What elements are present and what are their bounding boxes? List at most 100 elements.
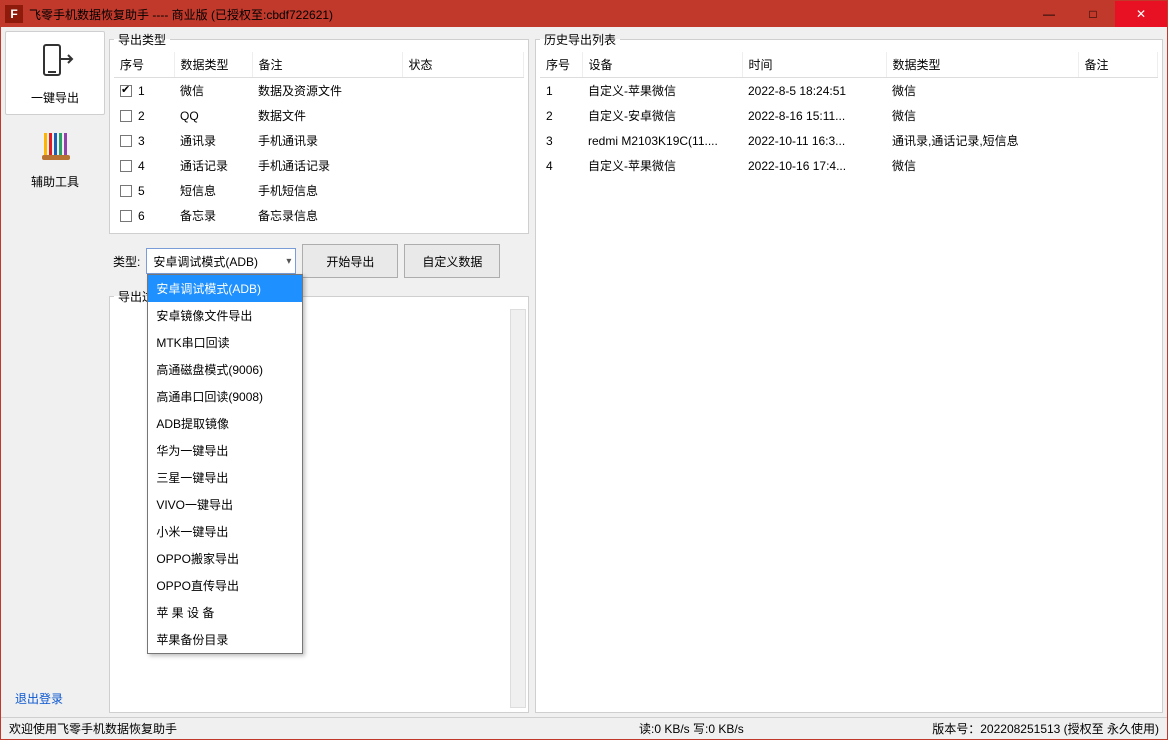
status-welcome: 欢迎使用飞零手机数据恢复助手 xyxy=(9,720,639,737)
cell-no: 3 xyxy=(540,128,582,153)
table-row[interactable]: 3通讯录手机通讯录 xyxy=(114,128,524,153)
cell-type: 备忘录 xyxy=(174,203,252,228)
table-row[interactable]: 1自定义-苹果微信2022-8-5 18:24:51微信 xyxy=(540,78,1158,104)
cell-time: 2022-10-16 17:4... xyxy=(742,153,886,178)
table-row[interactable]: 2自定义-安卓微信2022-8-16 15:11...微信 xyxy=(540,103,1158,128)
minimize-button[interactable]: — xyxy=(1027,1,1071,27)
history-legend: 历史导出列表 xyxy=(540,31,620,48)
custom-data-button[interactable]: 自定义数据 xyxy=(404,244,500,278)
mode-dropdown: 安卓调试模式(ADB)安卓镜像文件导出MTK串口回读高通磁盘模式(9006)高通… xyxy=(147,274,303,654)
tools-icon xyxy=(34,125,76,167)
table-row[interactable]: 2QQ数据文件 xyxy=(114,103,524,128)
mode-select[interactable]: 安卓调试模式(ADB) ▾ 安卓调试模式(ADB)安卓镜像文件导出MTK串口回读… xyxy=(146,248,296,274)
mode-option[interactable]: 苹果备份目录 xyxy=(148,626,302,653)
table-row[interactable]: 1微信数据及资源文件 xyxy=(114,78,524,104)
row-checkbox[interactable] xyxy=(120,110,132,122)
cell-device: 自定义-安卓微信 xyxy=(582,103,742,128)
cell-type: 短信息 xyxy=(174,178,252,203)
cell-remark xyxy=(1078,153,1158,178)
cell-type: 通话记录 xyxy=(174,153,252,178)
status-bar: 欢迎使用飞零手机数据恢复助手 读:0 KB/s 写:0 KB/s 版本号：202… xyxy=(1,717,1167,739)
cell-status xyxy=(402,228,524,229)
table-row[interactable]: 4自定义-苹果微信2022-10-16 17:4...微信 xyxy=(540,153,1158,178)
cell-status xyxy=(402,128,524,153)
mode-option[interactable]: 安卓调试模式(ADB) xyxy=(148,275,302,302)
export-types-table: 序号 数据类型 备注 状态 1微信数据及资源文件2QQ数据文件3通讯录手机通讯录… xyxy=(114,52,524,229)
history-panel: 历史导出列表 序号 设备 时间 数据类型 备注 xyxy=(535,31,1163,713)
cell-remark xyxy=(1078,78,1158,104)
hist-col-device[interactable]: 设备 xyxy=(582,52,742,78)
row-checkbox[interactable] xyxy=(120,210,132,222)
mode-option[interactable]: 安卓镜像文件导出 xyxy=(148,302,302,329)
mode-option[interactable]: 华为一键导出 xyxy=(148,437,302,464)
app-icon: F xyxy=(5,5,23,23)
cell-remark: 手机短信息 xyxy=(252,178,402,203)
cell-status xyxy=(402,153,524,178)
mode-option[interactable]: 高通磁盘模式(9006) xyxy=(148,356,302,383)
mode-option[interactable]: MTK串口回读 xyxy=(148,329,302,356)
cell-type: 通讯录 xyxy=(174,128,252,153)
mode-option[interactable]: 三星一键导出 xyxy=(148,464,302,491)
mode-option[interactable]: VIVO一键导出 xyxy=(148,491,302,518)
cell-time: 2022-8-16 15:11... xyxy=(742,103,886,128)
hist-col-time[interactable]: 时间 xyxy=(742,52,886,78)
export-toolbar: 类型: 安卓调试模式(ADB) ▾ 安卓调试模式(ADB)安卓镜像文件导出MTK… xyxy=(109,234,529,288)
row-checkbox[interactable] xyxy=(120,185,132,197)
table-row[interactable]: 7多媒体文件图片视频录音 xyxy=(114,228,524,229)
table-row[interactable]: 6备忘录备忘录信息 xyxy=(114,203,524,228)
cell-status xyxy=(402,203,524,228)
row-checkbox[interactable] xyxy=(120,85,132,97)
type-label: 类型: xyxy=(113,253,140,270)
title-bar[interactable]: F 飞零手机数据恢复助手 ---- 商业版 (已授权至:cbdf722621) … xyxy=(1,1,1167,27)
col-no[interactable]: 序号 xyxy=(114,52,174,78)
maximize-button[interactable]: □ xyxy=(1071,1,1115,27)
mode-select-value: 安卓调试模式(ADB) xyxy=(153,253,258,270)
cell-status xyxy=(402,103,524,128)
sidebar-item-label: 一键导出 xyxy=(31,89,79,106)
hist-col-type[interactable]: 数据类型 xyxy=(886,52,1078,78)
sidebar-item-tools[interactable]: 辅助工具 xyxy=(5,115,105,199)
cell-status xyxy=(402,178,524,203)
start-export-button[interactable]: 开始导出 xyxy=(302,244,398,278)
mode-option[interactable]: 小米一键导出 xyxy=(148,518,302,545)
mode-option[interactable]: OPPO搬家导出 xyxy=(148,545,302,572)
cell-type: 微信 xyxy=(886,78,1078,104)
hist-col-no[interactable]: 序号 xyxy=(540,52,582,78)
sidebar-item-export[interactable]: 一键导出 xyxy=(5,31,105,115)
cell-time: 2022-8-5 18:24:51 xyxy=(742,78,886,104)
cell-no: 2 xyxy=(540,103,582,128)
col-remark[interactable]: 备注 xyxy=(252,52,402,78)
row-checkbox[interactable] xyxy=(120,135,132,147)
close-button[interactable]: ✕ xyxy=(1115,1,1167,27)
process-scrollbar[interactable] xyxy=(510,309,526,708)
table-row[interactable]: 3redmi M2103K19C(11....2022-10-11 16:3..… xyxy=(540,128,1158,153)
cell-type: 微信 xyxy=(886,103,1078,128)
row-checkbox[interactable] xyxy=(120,160,132,172)
window-title: 飞零手机数据恢复助手 ---- 商业版 (已授权至:cbdf722621) xyxy=(29,6,1027,23)
cell-device: 自定义-苹果微信 xyxy=(582,153,742,178)
hist-col-remark[interactable]: 备注 xyxy=(1078,52,1158,78)
sidebar: 一键导出 辅助工具 退出登录 xyxy=(5,31,105,713)
cell-type: 微信 xyxy=(886,153,1078,178)
col-status[interactable]: 状态 xyxy=(402,52,524,78)
cell-type: 通讯录,通话记录,短信息 xyxy=(886,128,1078,153)
table-row[interactable]: 4通话记录手机通话记录 xyxy=(114,153,524,178)
cell-no: 1 xyxy=(540,78,582,104)
mode-option[interactable]: OPPO直传导出 xyxy=(148,572,302,599)
mode-option[interactable]: 苹 果 设 备 xyxy=(148,599,302,626)
cell-device: redmi M2103K19C(11.... xyxy=(582,128,742,153)
cell-remark xyxy=(1078,103,1158,128)
cell-remark: 备忘录信息 xyxy=(252,203,402,228)
phone-export-icon xyxy=(34,41,76,83)
mode-option[interactable]: ADB提取镜像 xyxy=(148,410,302,437)
export-types-legend: 导出类型 xyxy=(114,31,170,48)
cell-no: 4 xyxy=(540,153,582,178)
cell-remark: 手机通话记录 xyxy=(252,153,402,178)
cell-remark xyxy=(1078,128,1158,153)
col-type[interactable]: 数据类型 xyxy=(174,52,252,78)
mode-option[interactable]: 高通串口回读(9008) xyxy=(148,383,302,410)
history-table: 序号 设备 时间 数据类型 备注 1 自定义-苹果微信 2022-8-5 18:24… xyxy=(540,52,1158,178)
cell-remark: 数据文件 xyxy=(252,103,402,128)
logout-link[interactable]: 退出登录 xyxy=(5,684,105,713)
table-row[interactable]: 5短信息手机短信息 xyxy=(114,178,524,203)
